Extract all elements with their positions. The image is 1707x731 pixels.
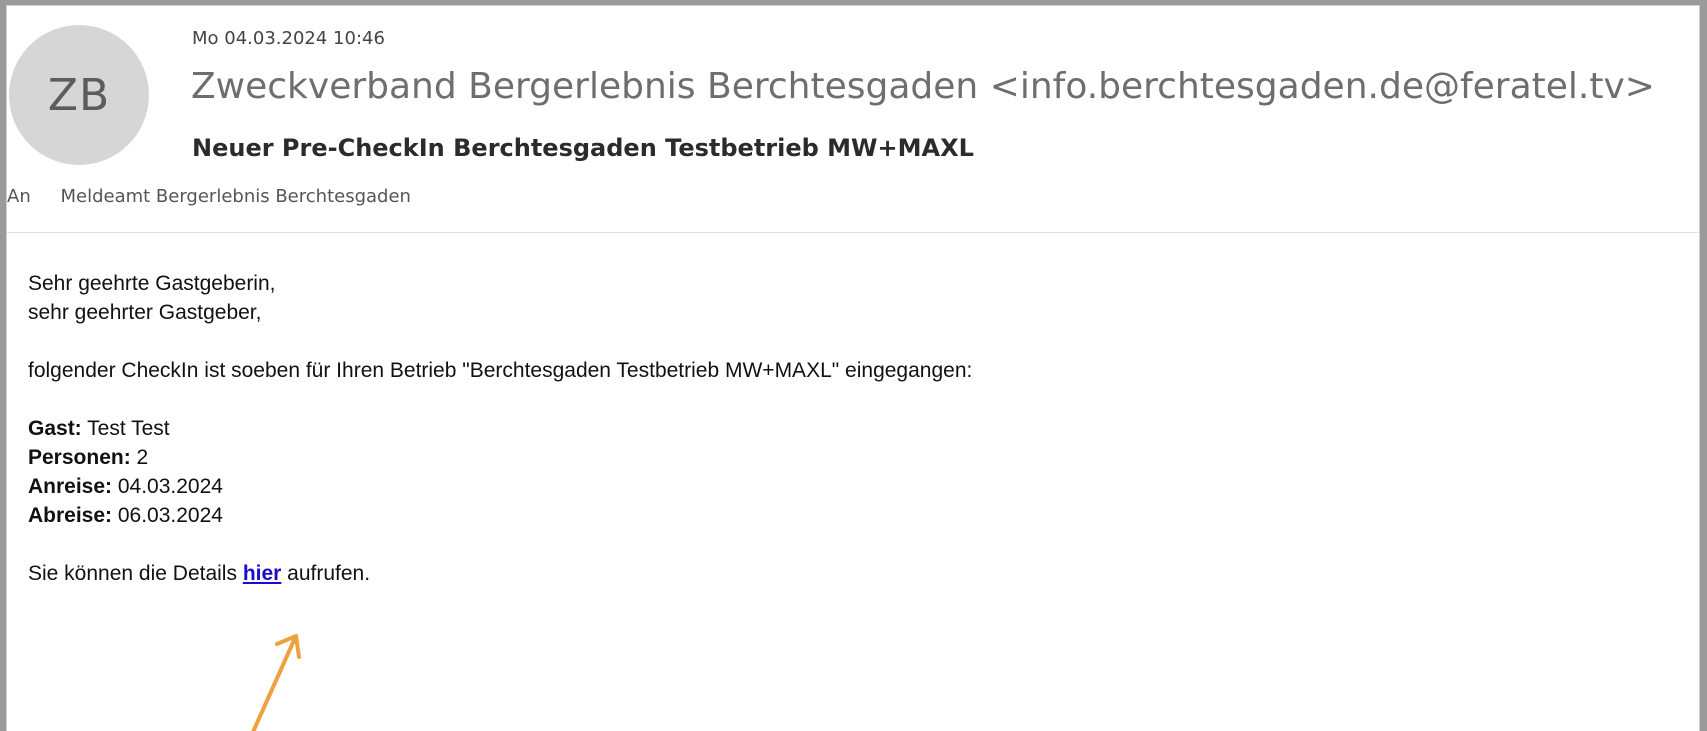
email-sender[interactable]: Zweckverband Bergerlebnis Berchtesgaden … bbox=[191, 66, 1655, 107]
avatar-initials: ZB bbox=[47, 69, 111, 121]
greeting-line-1: Sehr geehrte Gastgeberin, bbox=[28, 272, 276, 295]
details-link[interactable]: hier bbox=[243, 562, 282, 585]
recipient-row: An Meldeamt Bergerlebnis Berchtesgaden bbox=[7, 186, 411, 207]
details-prefix: Sie können die Details bbox=[28, 562, 243, 585]
email-reading-pane: ZB Mo 04.03.2024 10:46 Zweckverband Berg… bbox=[7, 6, 1699, 731]
persons-label: Personen: bbox=[28, 446, 131, 469]
departure-value: 06.03.2024 bbox=[112, 504, 223, 527]
persons-row: Personen: 2 bbox=[28, 443, 972, 472]
persons-value: 2 bbox=[130, 446, 149, 469]
departure-row: Abreise: 06.03.2024 bbox=[28, 501, 972, 530]
header-divider bbox=[7, 232, 1699, 233]
email-body: Sehr geehrte Gastgeberin, sehr geehrter … bbox=[28, 269, 972, 588]
arrow-up-right-icon bbox=[251, 634, 301, 731]
details-suffix: aufrufen. bbox=[281, 562, 371, 585]
details-row: Sie können die Details hier aufrufen. bbox=[28, 559, 972, 588]
greeting-line-2: sehr geehrter Gastgeber, bbox=[28, 301, 262, 324]
email-date: Mo 04.03.2024 10:46 bbox=[192, 28, 385, 49]
guest-label: Gast: bbox=[28, 417, 82, 440]
avatar: ZB bbox=[9, 25, 149, 165]
to-label: An bbox=[7, 186, 31, 207]
email-subject: Neuer Pre-CheckIn Berchtesgaden Testbetr… bbox=[192, 134, 974, 162]
recipient-name[interactable]: Meldeamt Bergerlebnis Berchtesgaden bbox=[60, 186, 410, 207]
departure-label: Abreise: bbox=[28, 504, 113, 527]
arrival-label: Anreise: bbox=[28, 475, 113, 498]
arrival-value: 04.03.2024 bbox=[112, 475, 223, 498]
guest-row: Gast: Test Test bbox=[28, 414, 972, 443]
guest-value: Test Test bbox=[81, 417, 170, 440]
arrival-row: Anreise: 04.03.2024 bbox=[28, 472, 972, 501]
intro-text: folgender CheckIn ist soeben für Ihren B… bbox=[28, 359, 973, 382]
